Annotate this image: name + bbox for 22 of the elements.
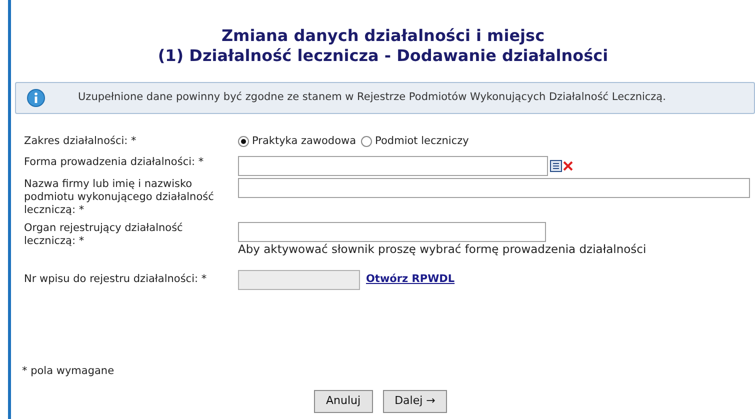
radio-button[interactable]	[361, 136, 372, 148]
field-label: Organ rejestrujący działalność leczniczą: *	[24, 222, 184, 249]
close-icon[interactable]	[563, 161, 573, 171]
info-icon	[27, 89, 45, 107]
action-button[interactable]: Dalej →	[382, 390, 448, 413]
text-input[interactable]	[238, 178, 750, 198]
action-button[interactable]: Anuluj	[314, 390, 373, 413]
field-label: Forma prowadzenia działalności: *	[24, 156, 205, 170]
field-label: Nr wpisu do rejestru działalności: *	[24, 272, 208, 287]
radio-label: Praktyka zawodowa	[252, 134, 356, 149]
list-icon[interactable]	[550, 160, 562, 172]
radio-button[interactable]	[238, 136, 249, 148]
info-message: Uzupełnione dane powinny być zgodne ze stanem w Rejestrze Podmiotów Wykonujących Działalność Leczniczą.	[78, 90, 666, 106]
page-title: (1) Działalność lecznicza - Dodawanie działalności	[158, 46, 608, 66]
text-input[interactable]	[238, 222, 546, 242]
field-label: Zakres działalności: *	[24, 134, 138, 149]
radio-label: Podmiot leczniczy	[375, 134, 469, 149]
text-input[interactable]	[238, 156, 548, 176]
required-note: * pola wymagane	[22, 364, 114, 380]
page-title: Zmiana danych działalności i miejsc	[221, 26, 545, 46]
field-label: Nazwa firmy lub imię i nazwisko podmiotu wykonującego działalność leczniczą: *	[24, 178, 215, 218]
hint-text: Aby aktywować słownik proszę wybrać formę prowadzenia działalności	[238, 242, 646, 256]
